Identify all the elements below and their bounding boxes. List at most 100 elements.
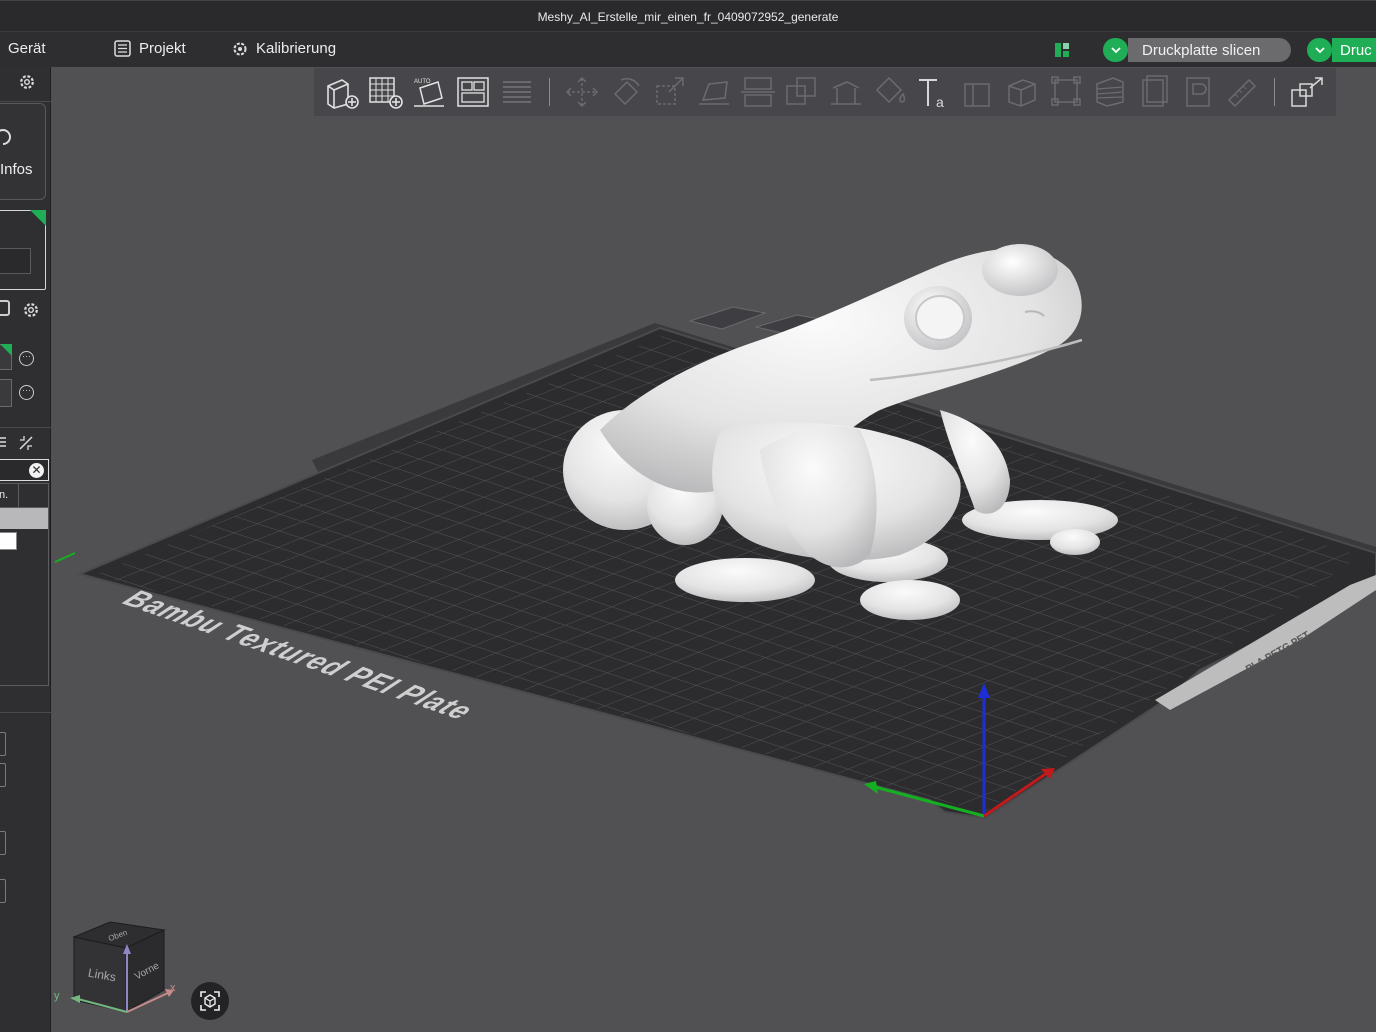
table-header-name: n. bbox=[0, 489, 9, 501]
add-plate-button[interactable] bbox=[363, 70, 407, 114]
left-sidebar: Infos ··· ··· ✕ n. bbox=[0, 67, 51, 1032]
assembly-button[interactable] bbox=[1176, 70, 1220, 114]
filament-icon[interactable] bbox=[0, 300, 10, 316]
toolbar-separator bbox=[1274, 78, 1275, 106]
move-icon bbox=[565, 76, 599, 108]
arrange-icon bbox=[457, 77, 489, 107]
support-paint-button[interactable] bbox=[824, 70, 868, 114]
slice-plate-button[interactable]: Druckplatte slicen bbox=[1128, 38, 1291, 62]
layer-height-icon bbox=[1096, 77, 1124, 107]
text-icon: a bbox=[919, 79, 944, 110]
layout-icon[interactable] bbox=[1054, 42, 1070, 58]
layers-icon bbox=[503, 81, 531, 103]
measure-button[interactable] bbox=[1220, 70, 1264, 114]
explode-view-button[interactable] bbox=[1285, 70, 1329, 114]
support-paint-icon bbox=[831, 81, 861, 105]
param-field-4[interactable] bbox=[0, 879, 6, 903]
print-dropdown-toggle[interactable] bbox=[1307, 38, 1332, 62]
seam-paint-button[interactable] bbox=[1132, 70, 1176, 114]
assembly-icon bbox=[1186, 77, 1210, 107]
selected-check-badge bbox=[30, 210, 46, 226]
fit-view-icon bbox=[200, 991, 220, 1011]
param-field-3[interactable] bbox=[0, 831, 6, 855]
param-field-2[interactable] bbox=[0, 763, 6, 787]
calibration-icon bbox=[233, 42, 247, 55]
rotate-button[interactable] bbox=[604, 70, 648, 114]
printer-info-card[interactable]: Infos bbox=[0, 103, 46, 200]
menu-project-label: Projekt bbox=[139, 40, 186, 57]
cut-icon bbox=[741, 77, 775, 107]
boolean-button[interactable] bbox=[780, 70, 824, 114]
main-toolbar: AUTO a bbox=[314, 68, 1336, 116]
nav-cube-x-label: x bbox=[170, 982, 176, 994]
project-icon bbox=[114, 40, 131, 57]
menu-calibration[interactable]: Kalibrierung bbox=[232, 40, 336, 57]
color-paint-button[interactable] bbox=[868, 70, 912, 114]
boolean-icon bbox=[786, 77, 816, 105]
reset-view-button[interactable] bbox=[191, 982, 229, 1020]
seam-icon bbox=[1142, 75, 1168, 107]
auto-orient-button[interactable]: AUTO bbox=[407, 70, 451, 114]
auto-orient-icon: AUTO bbox=[414, 79, 444, 107]
move-button[interactable] bbox=[560, 70, 604, 114]
scale-icon bbox=[656, 77, 684, 105]
text-tool-button[interactable]: a bbox=[912, 70, 956, 114]
fuzzy-skin-button[interactable] bbox=[1000, 70, 1044, 114]
list-view-icon[interactable] bbox=[0, 435, 6, 449]
ruler-icon bbox=[1227, 78, 1257, 108]
explode-icon bbox=[1291, 77, 1323, 107]
3d-viewport[interactable]: Bambu Textured PEI Plate PLA PETG PET bbox=[52, 67, 1376, 1032]
cut-button[interactable] bbox=[736, 70, 780, 114]
add-object-button[interactable] bbox=[319, 70, 363, 114]
arrange-button[interactable] bbox=[451, 70, 495, 114]
plate-type-field[interactable] bbox=[0, 248, 31, 274]
svg-text:a: a bbox=[936, 94, 944, 110]
search-input[interactable]: ✕ bbox=[0, 459, 49, 481]
slice-dropdown-toggle[interactable] bbox=[1103, 38, 1128, 62]
filament-slot-2[interactable] bbox=[0, 379, 12, 407]
scene bbox=[54, 244, 1376, 820]
cube-outline-icon bbox=[1008, 79, 1036, 107]
filament-settings-gear-icon[interactable] bbox=[22, 301, 40, 319]
check-badge bbox=[0, 344, 12, 356]
rotate-icon bbox=[613, 78, 640, 106]
measure-height-button[interactable] bbox=[956, 70, 1000, 114]
menu-bar: Gerät Projekt Kalibrierung Druckplatte s… bbox=[0, 31, 1376, 67]
chevron-down-icon bbox=[1314, 46, 1325, 53]
variable-layer-button[interactable] bbox=[1088, 70, 1132, 114]
menu-project[interactable]: Projekt bbox=[114, 40, 186, 57]
filament-slot-1-more-icon[interactable]: ··· bbox=[19, 351, 34, 366]
window-title: Meshy_AI_Erstelle_mir_einen_fr_040907295… bbox=[537, 10, 839, 24]
clear-search-icon[interactable]: ✕ bbox=[29, 463, 44, 478]
refresh-icon bbox=[0, 129, 11, 145]
lay-on-face-icon bbox=[699, 81, 729, 105]
add-cube-icon bbox=[327, 79, 359, 109]
compare-icon[interactable] bbox=[18, 435, 34, 451]
svg-text:AUTO: AUTO bbox=[414, 79, 431, 85]
table-row[interactable] bbox=[0, 508, 48, 529]
print-plate-button[interactable]: Druc bbox=[1332, 38, 1376, 62]
mesh-icon bbox=[1051, 76, 1081, 106]
toolbar-separator bbox=[549, 78, 550, 106]
printer-info-label: Infos bbox=[0, 161, 33, 178]
bed-tab-left bbox=[688, 306, 767, 330]
mesh-simplify-button[interactable] bbox=[1044, 70, 1088, 114]
color-swatch[interactable] bbox=[0, 532, 17, 550]
menu-device[interactable]: Gerät bbox=[0, 40, 46, 57]
object-table: n. bbox=[0, 483, 49, 686]
filament-slot-2-more-icon[interactable]: ··· bbox=[19, 385, 34, 400]
nav-cube-y-label: y bbox=[54, 990, 60, 1002]
scale-button[interactable] bbox=[648, 70, 692, 114]
lay-on-face-button[interactable] bbox=[692, 70, 736, 114]
plate-selector[interactable] bbox=[0, 210, 46, 290]
menu-device-label: Gerät bbox=[8, 40, 46, 57]
table-header: n. bbox=[0, 484, 48, 508]
navigation-cube[interactable]: Oben Links Vorne y x bbox=[54, 920, 183, 1025]
height-range-icon bbox=[964, 83, 990, 107]
printer-settings-gear-icon[interactable] bbox=[18, 73, 36, 91]
filament-slot-1[interactable] bbox=[0, 344, 12, 370]
param-field-1[interactable] bbox=[0, 732, 6, 756]
split-layers-button[interactable] bbox=[495, 70, 539, 114]
paint-bucket-icon bbox=[875, 76, 906, 104]
menu-calibration-label: Kalibrierung bbox=[256, 40, 337, 57]
